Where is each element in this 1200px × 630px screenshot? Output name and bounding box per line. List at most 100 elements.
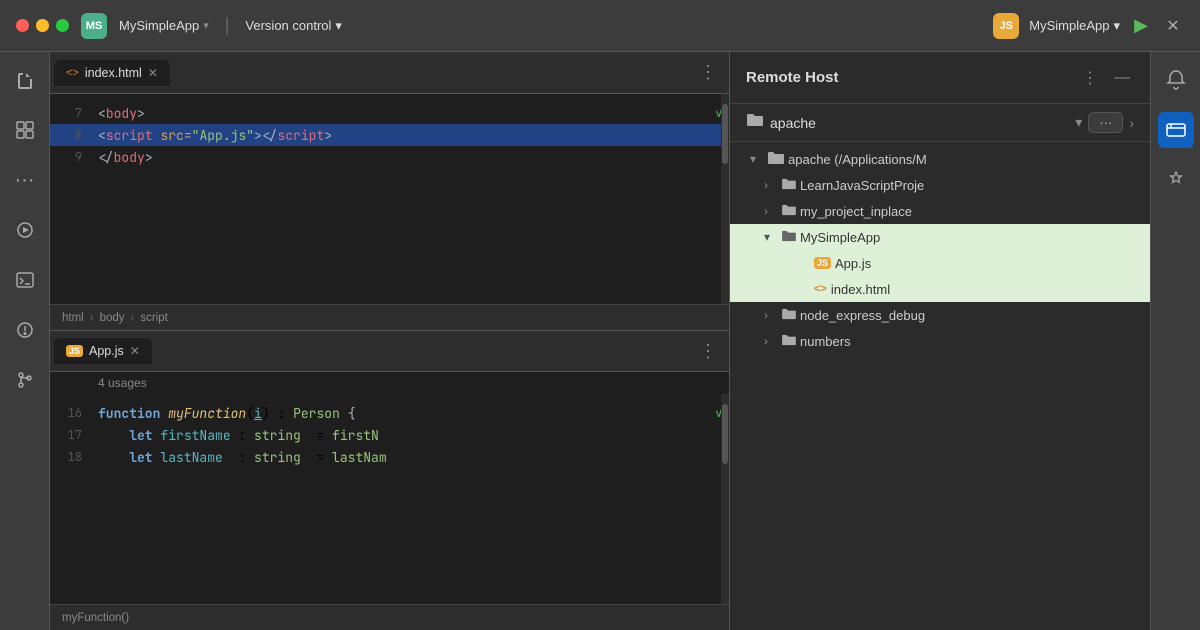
tab-app-js-close-icon[interactable]: ✕: [130, 344, 140, 358]
editor-area: <> index.html ✕ ⋮ 7 <body> ✓ 8: [50, 52, 730, 630]
scrollbar-thumb-1[interactable]: [722, 104, 728, 164]
tree-chevron-my-project: ›: [764, 204, 778, 218]
minimize-button[interactable]: [36, 19, 49, 32]
line-content-7: <body>: [98, 105, 709, 122]
app-chevron-icon: ▾: [203, 19, 209, 32]
remote-host-panel: Remote Host ⋮ — apache ▾ ··· › ▾: [730, 52, 1150, 630]
tree-js-badge: JS: [814, 257, 831, 269]
close-button[interactable]: [16, 19, 29, 32]
line-content-8: <script src="App.js"></script>: [98, 127, 729, 144]
titlebar: MS MySimpleApp ▾ | Version control ▾ JS …: [0, 0, 1200, 52]
breadcrumb-script: script: [140, 312, 167, 324]
code-editor-2: 16 function myFunction(i) : Person { ✓ 1…: [50, 394, 729, 604]
tab-bar-more-button[interactable]: ⋮: [691, 62, 725, 83]
apache-selector[interactable]: apache ▾ ··· ›: [730, 104, 1150, 142]
sidebar-item-files[interactable]: [7, 62, 43, 98]
remote-host-more-button[interactable]: ⋮: [1078, 66, 1102, 90]
tab-bar-1: <> index.html ✕ ⋮: [50, 52, 729, 94]
tree-chevron-node-express: ›: [764, 308, 778, 322]
tree-chevron-apache: ▾: [750, 152, 764, 166]
code-content-1: 7 <body> ✓ 8 <script src="App.js"></scri…: [50, 94, 729, 176]
sidebar-item-terminal[interactable]: [7, 262, 43, 298]
tree-item-numbers[interactable]: › numbers: [730, 328, 1150, 354]
tab-index-html[interactable]: <> index.html ✕: [54, 60, 170, 86]
sidebar-item-run[interactable]: [7, 212, 43, 248]
tree-folder-node-express-icon: [782, 307, 796, 323]
app-icon: MS: [81, 13, 107, 39]
run-icon: JS: [993, 13, 1019, 39]
main-layout: ···: [0, 52, 1200, 630]
tab-close-icon[interactable]: ✕: [148, 66, 158, 80]
apache-chevron-icon[interactable]: ▾: [1075, 114, 1082, 131]
tab-bar-2: JS App.js ✕ ⋮: [50, 330, 729, 372]
tab-app-js[interactable]: JS App.js ✕: [54, 338, 152, 364]
tree-item-node-express[interactable]: › node_express_debug: [730, 302, 1150, 328]
tree-item-mysimpleapp[interactable]: ▾ MySimpleApp: [730, 224, 1150, 250]
right-icon-bar: [1150, 52, 1200, 630]
version-control-label[interactable]: Version control ▾: [245, 18, 342, 34]
code-line-8: 8 <script src="App.js"></script>: [50, 124, 729, 146]
breadcrumb-2: myFunction(): [50, 604, 729, 630]
tree-mysimpleapp-label: MySimpleApp: [800, 230, 880, 245]
line-content-18: let lastName : string = lastNam: [98, 449, 729, 466]
code-editor-1: 7 <body> ✓ 8 <script src="App.js"></scri…: [50, 94, 729, 304]
tree-item-my-project[interactable]: › my_project_inplace: [730, 198, 1150, 224]
sidebar-item-git[interactable]: [7, 362, 43, 398]
scrollbar-track-2[interactable]: [721, 394, 729, 604]
breadcrumb-1: html › body › script: [50, 304, 729, 330]
tab-app-js-label: App.js: [89, 344, 124, 358]
version-chevron-icon: ▾: [335, 18, 342, 34]
line-num-8: 8: [50, 127, 98, 143]
line-content-16: function myFunction(i) : Person {: [98, 405, 709, 422]
tree-folder-mysimpleapp-icon: [782, 229, 796, 245]
scrollbar-thumb-2[interactable]: [722, 404, 728, 464]
title-separator: |: [225, 15, 230, 36]
remote-icon[interactable]: [1158, 112, 1194, 148]
remote-host-minimize-button[interactable]: —: [1110, 66, 1134, 90]
line-num-9: 9: [50, 149, 98, 165]
tree-item-index-html[interactable]: › <> index.html: [730, 276, 1150, 302]
line-content-9: </body>: [98, 149, 729, 166]
tab-index-html-label: index.html: [85, 66, 142, 80]
code-line-9: 9 </body>: [50, 146, 729, 168]
tree-learn-js-label: LearnJavaScriptProje: [800, 178, 924, 193]
apache-forward-icon[interactable]: ›: [1129, 115, 1134, 131]
apache-more-button[interactable]: ···: [1088, 112, 1123, 133]
tree-apache-path-label: apache (/Applications/M: [788, 152, 927, 167]
tree-item-apache-root[interactable]: ▾ apache (/Applications/M: [730, 146, 1150, 172]
tree-item-app-js[interactable]: › JS App.js: [730, 250, 1150, 276]
notification-icon[interactable]: [1158, 62, 1194, 98]
run-chevron-icon: ▾: [1113, 18, 1120, 34]
code-line-16: 16 function myFunction(i) : Person { ✓: [50, 402, 729, 424]
breadcrumb-fn: myFunction(): [62, 612, 129, 624]
breadcrumb-body: body: [100, 312, 125, 324]
remote-host-title: Remote Host: [746, 69, 1070, 86]
code-line-17: 17 let firstName : string = firstN: [50, 424, 729, 446]
maximize-button[interactable]: [56, 19, 69, 32]
breadcrumb-html: html: [62, 312, 84, 324]
line-num-7: 7: [50, 105, 98, 121]
scrollbar-track-1[interactable]: [721, 94, 729, 304]
code-line-7: 7 <body> ✓: [50, 102, 729, 124]
traffic-lights: [16, 19, 69, 32]
apache-folder-icon: [746, 112, 764, 133]
sidebar-item-error[interactable]: [7, 312, 43, 348]
left-sidebar: ···: [0, 52, 50, 630]
line-num-17: 17: [50, 427, 98, 443]
app-name-label[interactable]: MySimpleApp ▾: [119, 18, 209, 33]
line-num-16: 16: [50, 405, 98, 421]
run-app-name[interactable]: MySimpleApp ▾: [1029, 18, 1120, 34]
line-num-18: 18: [50, 449, 98, 465]
apache-label: apache: [770, 115, 1069, 131]
stop-button[interactable]: ✕: [1162, 15, 1184, 37]
sidebar-item-more[interactable]: ···: [7, 162, 43, 198]
tree-chevron-numbers: ›: [764, 334, 778, 348]
code-content-2: 16 function myFunction(i) : Person { ✓ 1…: [50, 394, 729, 476]
tree-item-learn-js[interactable]: › LearnJavaScriptProje: [730, 172, 1150, 198]
tree-chevron-mysimpleapp: ▾: [764, 230, 778, 244]
play-button[interactable]: ▶: [1130, 15, 1152, 37]
ai-icon[interactable]: [1158, 162, 1194, 198]
tab-bar-2-more-button[interactable]: ⋮: [691, 341, 725, 362]
tree-chevron-learn-js: ›: [764, 178, 778, 192]
sidebar-item-layout[interactable]: [7, 112, 43, 148]
